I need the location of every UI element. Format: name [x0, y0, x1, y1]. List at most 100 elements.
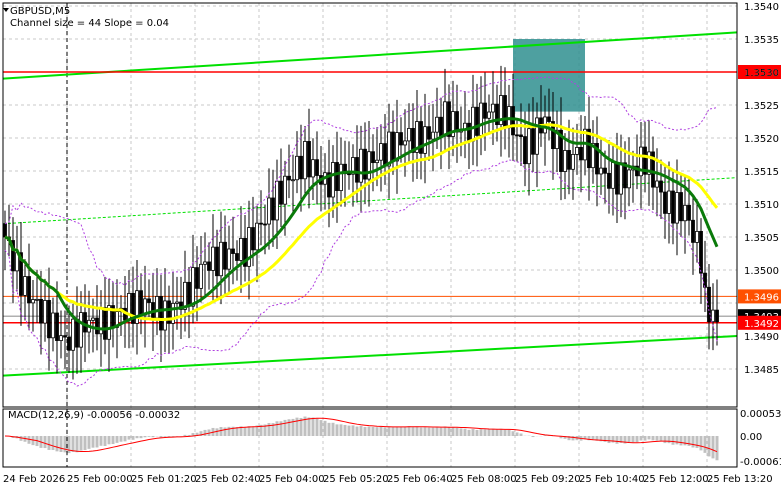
candle-body	[667, 190, 671, 214]
candle-body	[63, 335, 67, 338]
candle-body	[483, 102, 487, 119]
x-tick: 25 Feb 09:20	[515, 474, 581, 485]
candle-body	[71, 318, 75, 351]
candle-body	[195, 267, 199, 289]
candle-body	[307, 141, 311, 178]
candle-body	[395, 132, 399, 162]
candle-body	[659, 180, 663, 193]
candle-body	[163, 300, 167, 331]
candle-body	[567, 150, 571, 170]
macd-tick: -0.00061	[740, 457, 781, 468]
candle-body	[187, 281, 191, 307]
x-tick: 24 Feb 2026	[3, 474, 65, 485]
candle-body	[707, 286, 711, 323]
candle-body	[503, 95, 507, 129]
candle-body	[399, 132, 403, 146]
candle-body	[23, 276, 27, 296]
candle-body	[91, 317, 95, 321]
candle-body	[519, 134, 523, 138]
candle-body	[47, 300, 51, 339]
candle-body	[251, 227, 255, 251]
candle-body	[615, 162, 619, 195]
macd-tick: 0.00	[740, 432, 762, 443]
chart-window[interactable]: 1.35301.34961.34931.34921.35401.35351.35…	[0, 0, 781, 489]
candle-body	[3, 223, 7, 238]
candle-body	[607, 172, 611, 189]
candle-body	[491, 103, 495, 113]
candle-body	[211, 246, 215, 271]
candle-body	[467, 122, 471, 142]
candle-body	[291, 179, 295, 182]
candle-body	[235, 253, 239, 261]
candle-body	[391, 131, 395, 162]
x-tick: 25 Feb 05:20	[323, 474, 389, 485]
candle-body	[279, 180, 283, 205]
candle-body	[215, 246, 219, 277]
candle-body	[619, 162, 623, 195]
candle-body	[679, 192, 683, 222]
symbol-title: GBPUSD,M5	[10, 6, 70, 17]
candle-body	[691, 219, 695, 243]
candle-body	[663, 191, 667, 214]
candle-body	[611, 162, 615, 189]
candle-body	[403, 140, 407, 146]
price-label: 1.3496	[744, 292, 779, 303]
candle-body	[207, 261, 211, 271]
candle-body	[431, 131, 435, 140]
candle-body	[275, 180, 279, 221]
candle-body	[67, 336, 71, 351]
channel-label: Channel size = 44 Slope = 0.04	[10, 18, 169, 29]
candle-body	[175, 301, 179, 304]
candle-body	[255, 222, 259, 251]
candle-body	[155, 296, 159, 319]
candle-body	[75, 318, 79, 348]
candle-body	[331, 162, 335, 198]
x-tick: 25 Feb 13:20	[707, 474, 773, 485]
y-tick: 1.3525	[744, 101, 779, 112]
candle-body	[627, 169, 631, 189]
candle-body	[515, 134, 519, 137]
candle-body	[315, 159, 319, 176]
candle-body	[219, 241, 223, 277]
candle-body	[379, 143, 383, 161]
y-tick: 1.3505	[744, 233, 779, 244]
candle-body	[687, 204, 691, 221]
candle-body	[531, 128, 535, 155]
x-tick: 25 Feb 06:40	[387, 474, 453, 485]
candle-body	[655, 180, 659, 188]
candle-body	[203, 261, 207, 265]
candle-body	[575, 146, 579, 155]
y-tick: 1.3515	[744, 167, 779, 178]
candle-body	[35, 298, 39, 301]
macd-pane	[4, 416, 719, 461]
candle-body	[603, 167, 607, 174]
candle-body	[455, 111, 459, 133]
candle-body	[671, 190, 675, 224]
candle-body	[563, 150, 567, 172]
channel-middle	[2, 177, 738, 225]
candles	[3, 65, 719, 380]
y-tick: 1.3540	[744, 2, 779, 13]
y-tick: 1.3485	[744, 365, 779, 376]
candle-body	[83, 312, 87, 333]
candle-body	[39, 298, 43, 324]
macd-label: MACD(12,26,9) -0.00056 -0.00032	[8, 410, 180, 421]
candle-body	[223, 241, 227, 270]
price-chart[interactable]: 1.35301.34961.34931.34921.35401.35351.35…	[0, 0, 781, 489]
candle-body	[347, 173, 351, 176]
candle-body	[535, 117, 539, 155]
candle-body	[51, 312, 55, 339]
triangle-down-icon	[3, 8, 9, 12]
candle-body	[287, 175, 291, 181]
candle-body	[199, 263, 203, 289]
price-label: 1.3492	[744, 319, 779, 330]
candle-body	[267, 197, 271, 225]
candle-body	[147, 298, 151, 303]
x-tick: 25 Feb 01:20	[131, 474, 197, 485]
y-tick: 1.3490	[744, 332, 779, 343]
candle-body	[59, 335, 63, 341]
candle-body	[715, 309, 719, 323]
candle-body	[339, 163, 343, 191]
candle-body	[367, 151, 371, 180]
candle-body	[27, 276, 31, 304]
